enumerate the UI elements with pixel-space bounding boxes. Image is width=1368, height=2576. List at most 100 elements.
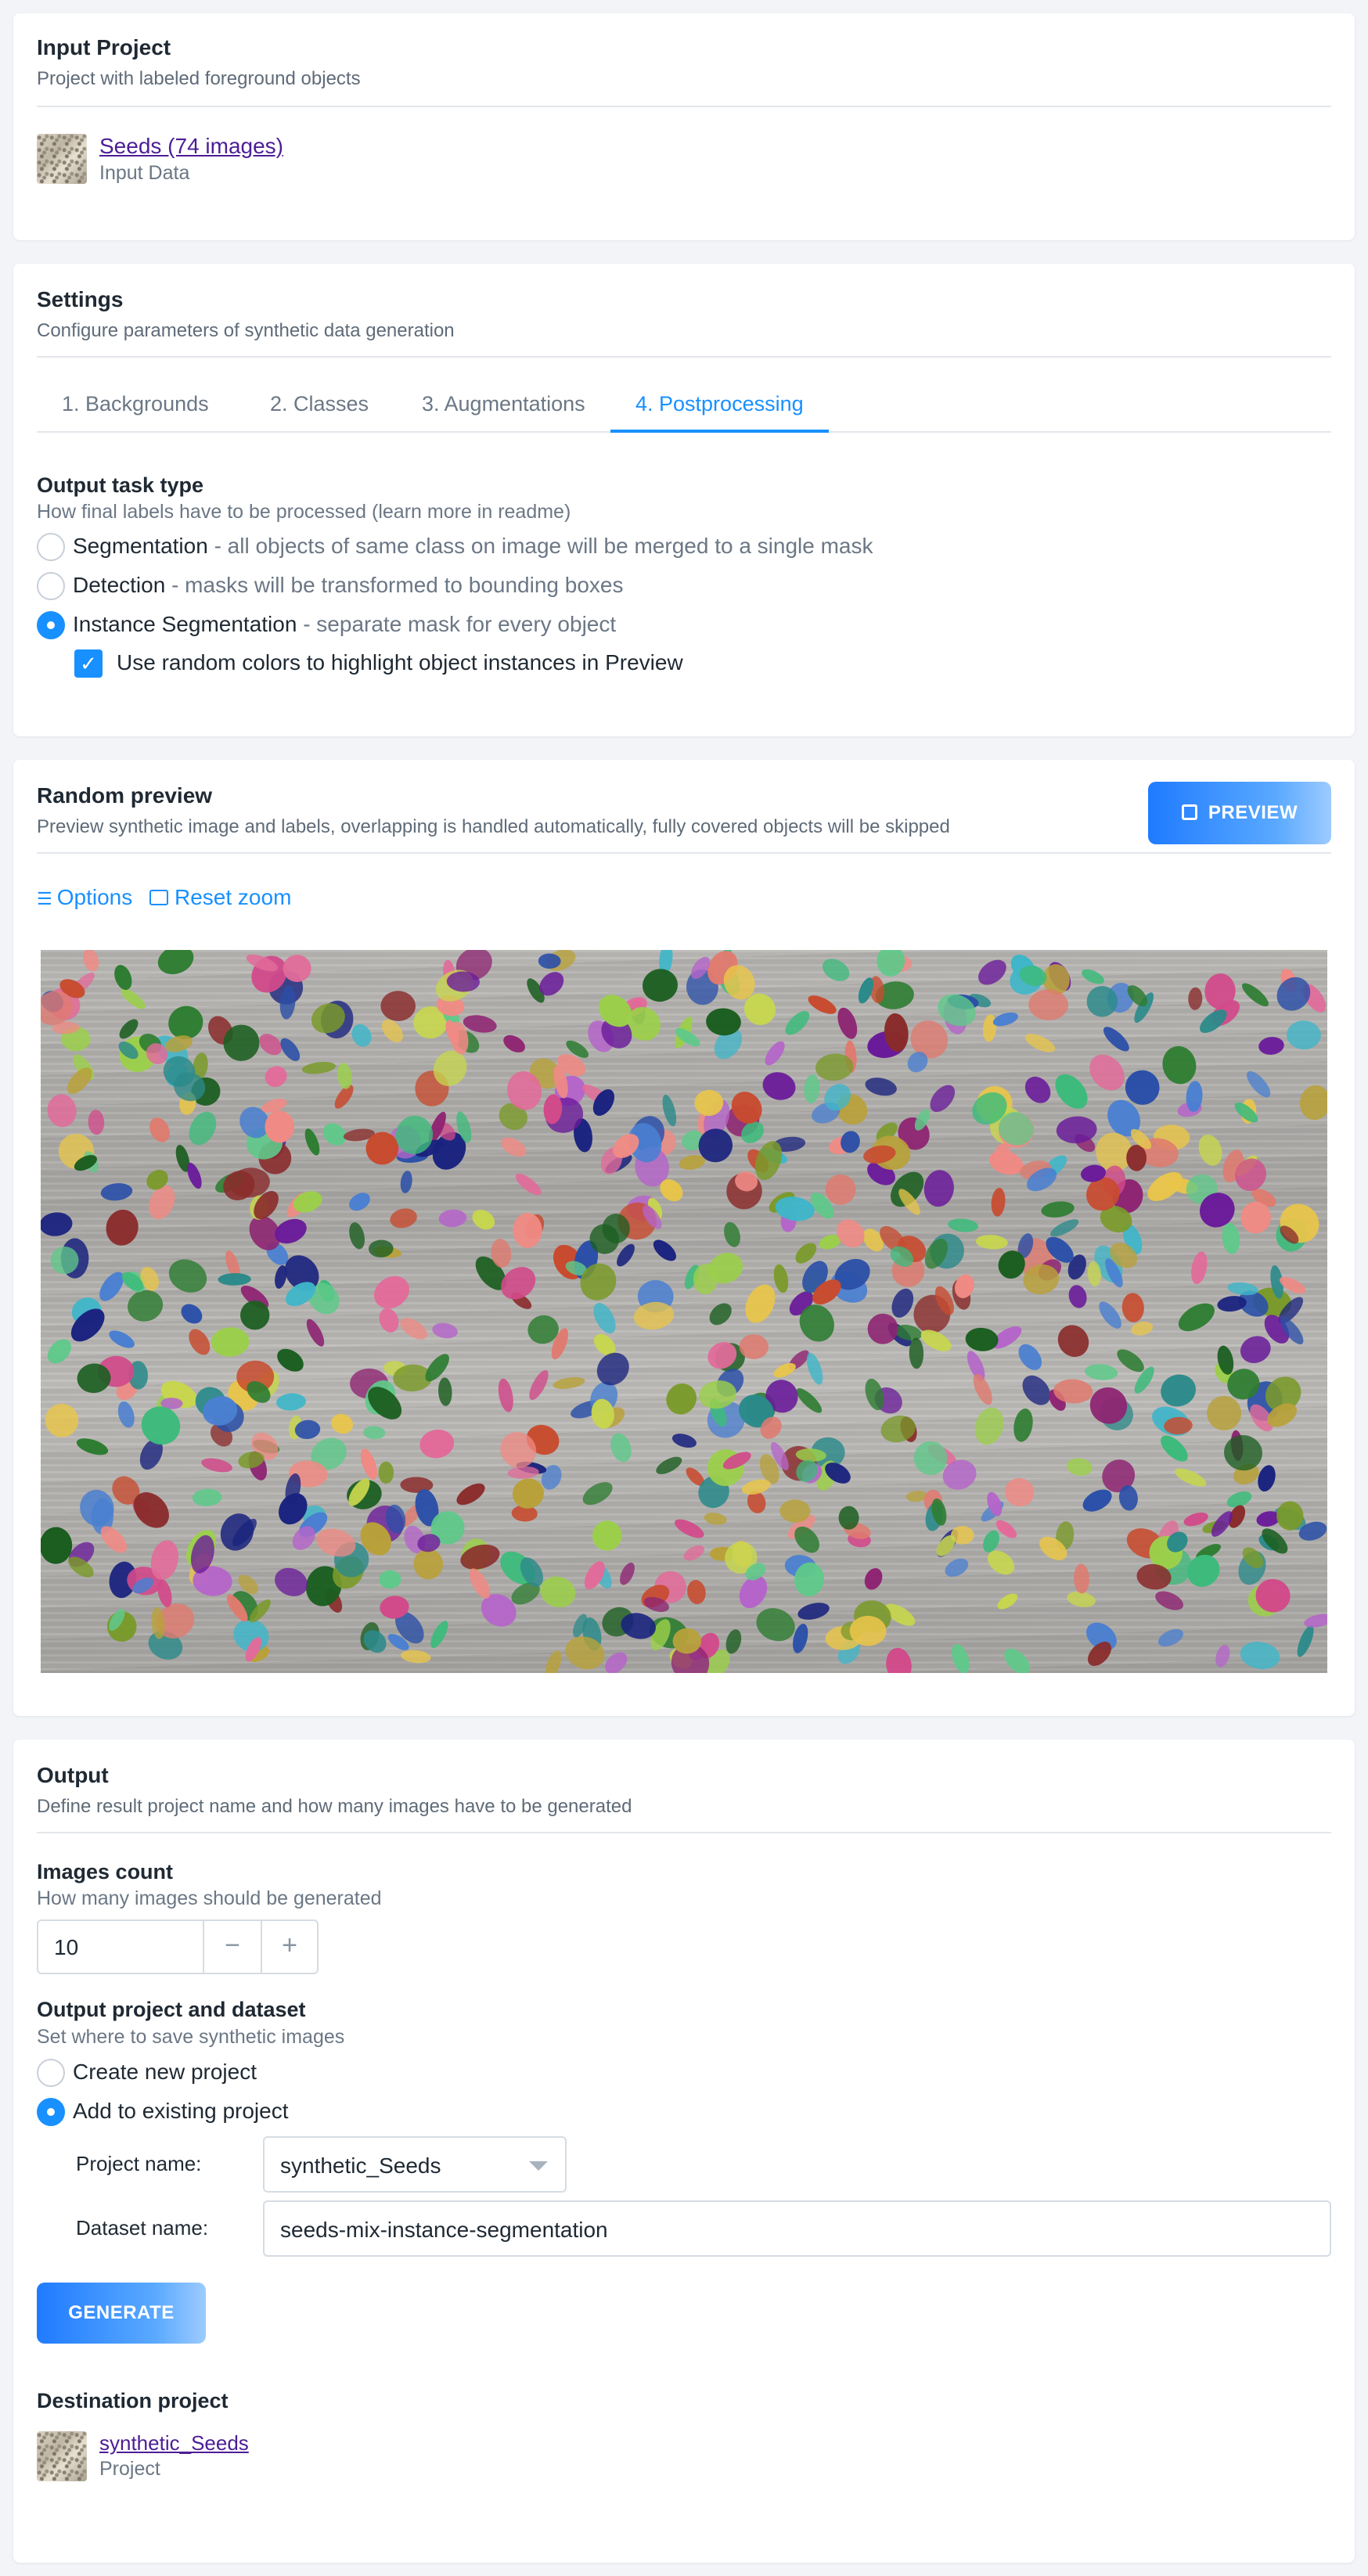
tab-postprocessing[interactable]: 4. Postprocessing	[610, 381, 829, 433]
dataset-name-value: seeds-mix-instance-segmentation	[280, 2218, 608, 2242]
seed-mask	[675, 1519, 704, 1538]
seed-mask	[301, 1061, 337, 1074]
seed-mask	[47, 1339, 71, 1364]
images-count-title: Images count	[37, 1860, 174, 1883]
seed-mask	[978, 959, 1006, 985]
generate-button[interactable]: GENERATE	[37, 2283, 206, 2344]
seed-mask	[1276, 1501, 1304, 1531]
seed-mask	[709, 1303, 732, 1326]
random-colors-checkbox[interactable]: ✓	[74, 649, 103, 678]
radio-add-existing-project[interactable]	[37, 2098, 65, 2126]
seed-mask	[380, 991, 416, 1021]
seed-mask	[456, 1483, 485, 1506]
seed-mask	[304, 1128, 320, 1156]
seed-mask	[1074, 1563, 1089, 1594]
option-desc: - separate mask for every object	[297, 612, 617, 636]
seed-mask	[765, 1041, 785, 1066]
seed-mask	[1050, 1219, 1079, 1237]
seed-mask	[620, 1562, 635, 1585]
seed-mask	[1287, 1020, 1321, 1050]
plus-icon: +	[282, 1930, 297, 1960]
seed-mask	[796, 1388, 823, 1413]
settings-card: Settings Configure parameters of synthet…	[13, 264, 1355, 736]
seed-mask	[666, 1383, 697, 1415]
option-instance-segmentation-label: Instance Segmentation - separate mask fo…	[73, 612, 616, 637]
seed-mask	[1055, 1074, 1088, 1109]
project-name-label: Project name:	[76, 2152, 202, 2175]
seed-mask	[379, 1570, 401, 1589]
seed-mask	[168, 1259, 207, 1293]
seed-mask	[1155, 1591, 1184, 1610]
input-project-title: Input Project	[37, 35, 171, 59]
seed-mask	[201, 1458, 232, 1473]
destination-project-thumbnail	[37, 2431, 87, 2481]
project-dataset-subtitle: Set where to save synthetic images	[37, 2026, 345, 2048]
plus-button[interactable]: +	[261, 1921, 317, 1973]
seed-mask	[679, 1155, 705, 1170]
random-preview-card: Random preview Preview synthetic image a…	[13, 760, 1355, 1716]
option-name: Instance Segmentation	[73, 612, 297, 636]
reset-zoom-label: Reset zoom	[175, 885, 292, 909]
seed-mask	[1121, 1293, 1144, 1322]
seed-mask	[460, 1544, 500, 1570]
seed-mask	[41, 1527, 73, 1564]
seed-mask	[948, 1218, 979, 1232]
reset-zoom-link[interactable]: Reset zoom	[149, 885, 291, 910]
seed-mask	[1024, 1034, 1056, 1052]
seed-mask	[106, 1209, 139, 1246]
tab-classes[interactable]: 2. Classes	[245, 381, 394, 433]
add-existing-project-label: Add to existing project	[73, 2099, 289, 2123]
seed-mask	[1103, 1027, 1129, 1052]
preview-button[interactable]: PREVIEW	[1148, 782, 1331, 844]
radio-segmentation[interactable]	[37, 533, 65, 561]
seed-mask	[1004, 1648, 1030, 1673]
settings-subtitle: Configure parameters of synthetic data g…	[37, 320, 455, 341]
seed-mask	[379, 1308, 399, 1333]
seed-mask	[643, 969, 678, 1002]
seed-mask	[306, 1319, 325, 1347]
minus-button[interactable]: −	[203, 1921, 261, 1973]
output-card: Output Define result project name and ho…	[13, 1740, 1355, 2563]
seed-mask	[974, 1407, 1004, 1445]
project-name-select[interactable]: synthetic_Seeds	[263, 2136, 567, 2193]
destination-project-link[interactable]: synthetic_Seeds	[99, 2431, 249, 2455]
seed-mask	[1242, 983, 1269, 1007]
seed-mask	[662, 1094, 677, 1127]
seed-mask	[773, 1264, 789, 1293]
seed-mask	[83, 950, 99, 972]
seed-mask	[704, 1513, 727, 1525]
seed-mask	[76, 1438, 109, 1455]
seed-masks-overlay	[41, 950, 1327, 1673]
seed-mask	[181, 1304, 203, 1324]
images-count-input[interactable]: 10	[54, 1935, 78, 1960]
caret-down-icon	[529, 2161, 548, 2171]
seed-mask	[430, 1621, 448, 1649]
radio-instance-segmentation[interactable]	[37, 611, 65, 639]
seed-mask	[374, 1275, 409, 1309]
seed-mask	[438, 1209, 467, 1228]
create-new-project-label: Create new project	[73, 2060, 257, 2084]
seed-mask	[503, 1034, 525, 1052]
seed-mask	[837, 1007, 858, 1039]
preview-image[interactable]	[41, 950, 1327, 1673]
seed-mask	[1131, 1321, 1154, 1336]
seed-mask	[218, 1272, 251, 1286]
input-project-link[interactable]: Seeds (74 images)	[99, 134, 283, 159]
seed-mask	[45, 1403, 79, 1437]
seed-mask	[390, 1208, 417, 1229]
seed-mask	[656, 1456, 682, 1474]
radio-create-new-project[interactable]	[37, 2059, 65, 2087]
tab-backgrounds[interactable]: 1. Backgrounds	[37, 381, 234, 433]
seed-mask	[109, 1330, 135, 1348]
seed-mask	[128, 1290, 164, 1322]
output-subtitle: Define result project name and how many …	[37, 1796, 632, 1817]
seed-mask	[1157, 1628, 1184, 1647]
dataset-name-input[interactable]: seeds-mix-instance-segmentation	[263, 2200, 1331, 2257]
seed-mask	[349, 1222, 365, 1250]
radio-detection[interactable]	[37, 572, 65, 600]
options-link[interactable]: ☰ Options	[37, 885, 132, 910]
seed-mask	[865, 1078, 897, 1096]
option-segmentation-label: Segmentation - all objects of same class…	[73, 534, 873, 559]
input-project-subtitle: Project with labeled foreground objects	[37, 68, 361, 89]
tab-augmentations[interactable]: 3. Augmentations	[397, 381, 610, 433]
